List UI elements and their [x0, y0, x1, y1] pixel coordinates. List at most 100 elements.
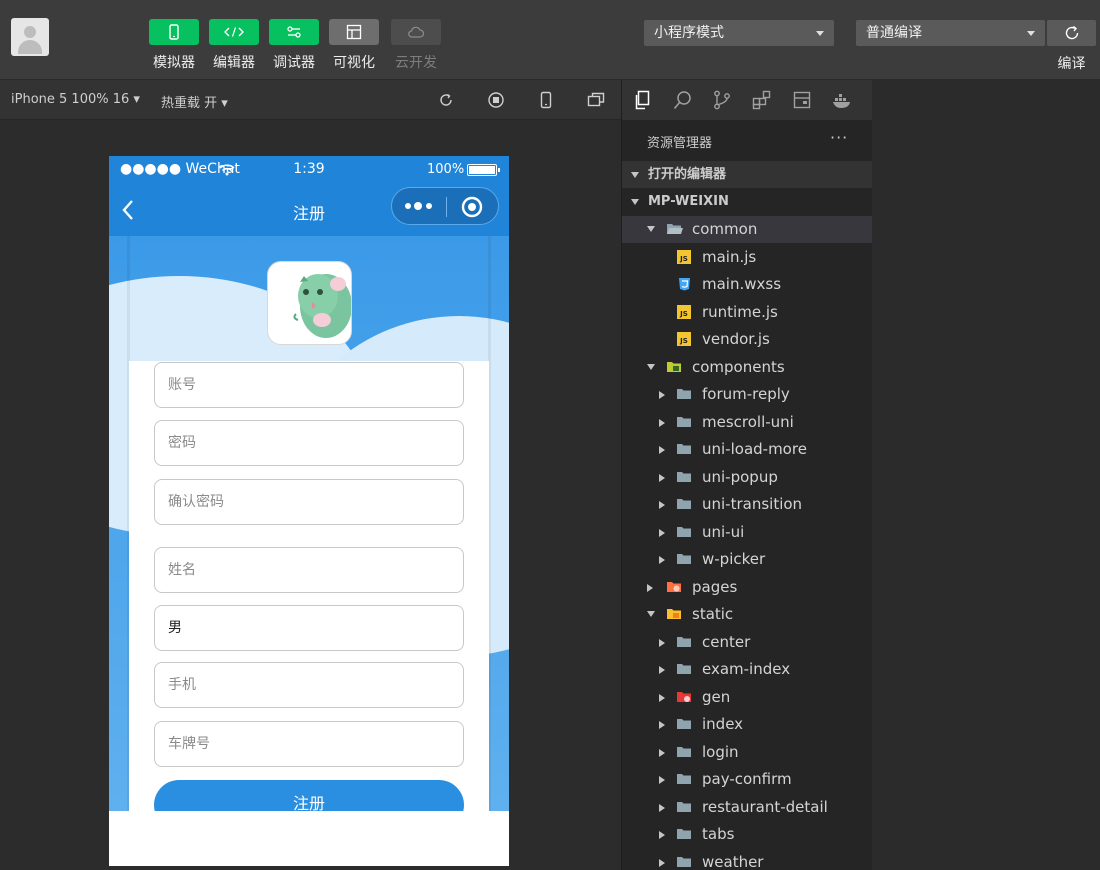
- tree-item-label: weather: [702, 852, 764, 870]
- folder-icon: [677, 471, 691, 482]
- tree-item-weather[interactable]: weather: [622, 849, 872, 870]
- more-dots-icon[interactable]: [404, 201, 434, 211]
- visualize-label: 可视化: [333, 55, 375, 71]
- hot-reload-select[interactable]: 热重载 开 ▾: [161, 92, 228, 111]
- tree-item-tabs[interactable]: tabs: [622, 821, 872, 848]
- tree-item-forum-reply[interactable]: forum-reply: [622, 381, 872, 408]
- explorer-title: 资源管理器: [647, 136, 713, 151]
- confirm-password-input[interactable]: 确认密码: [154, 479, 464, 525]
- phone-placeholder: 手机: [168, 677, 196, 693]
- user-avatar[interactable]: [11, 18, 49, 56]
- name-input[interactable]: 姓名: [154, 547, 464, 593]
- gender-select[interactable]: 男: [154, 605, 464, 651]
- cloud-dev-button[interactable]: 云开发: [391, 19, 441, 72]
- tree-item-uni-transition[interactable]: uni-transition: [622, 491, 872, 518]
- tree-item-main-js[interactable]: JS main.js: [622, 244, 872, 271]
- tree-item-vendor-js[interactable]: JS vendor.js: [622, 326, 872, 353]
- pages-folder-icon: [667, 581, 681, 592]
- tree-item-label: forum-reply: [702, 385, 790, 403]
- tree-item-components[interactable]: components: [622, 354, 872, 381]
- device-select[interactable]: iPhone 5 100% 16 ▾: [11, 92, 140, 107]
- chevron-down-icon: [816, 31, 824, 36]
- folder-icon: [677, 664, 691, 674]
- debugger-label: 调试器: [273, 55, 315, 71]
- javascript-file-icon: JS: [677, 332, 691, 346]
- dinosaur-logo-icon: [293, 274, 351, 338]
- extensions-icon[interactable]: [751, 89, 773, 111]
- chevron-right-icon: [659, 391, 665, 399]
- compile-select[interactable]: 普通编译: [856, 20, 1045, 46]
- capsule-menu: [391, 187, 499, 225]
- files-icon[interactable]: [632, 89, 654, 111]
- stop-icon[interactable]: [486, 90, 506, 110]
- tree-item-login[interactable]: login: [622, 739, 872, 766]
- tree-item-common[interactable]: common: [622, 216, 872, 243]
- detach-window-icon[interactable]: [586, 90, 606, 110]
- tree-item-mescroll-uni[interactable]: mescroll-uni: [622, 409, 872, 436]
- password-input[interactable]: 密码: [154, 420, 464, 466]
- chevron-down-icon: [631, 172, 639, 178]
- tree-item-restaurant-detail[interactable]: restaurant-detail: [622, 794, 872, 821]
- confirm-password-placeholder: 确认密码: [168, 494, 224, 510]
- folder-icon: [677, 554, 691, 564]
- source-control-icon[interactable]: [711, 89, 733, 111]
- phone-input[interactable]: 手机: [154, 662, 464, 708]
- compile-select-value: 普通编译: [866, 25, 922, 41]
- tree-item-center[interactable]: center: [622, 629, 872, 656]
- visualize-button[interactable]: 可视化: [329, 19, 379, 72]
- editor-button[interactable]: 编辑器: [209, 19, 259, 72]
- rotate-icon[interactable]: [436, 90, 456, 110]
- tree-item-label: main.wxss: [702, 275, 782, 293]
- close-miniprogram-icon[interactable]: [460, 195, 484, 219]
- plate-number-input[interactable]: 车牌号: [154, 721, 464, 767]
- gen-folder-icon: [677, 691, 691, 702]
- tree-item-w-picker[interactable]: w-picker: [622, 546, 872, 573]
- simulator-button[interactable]: 模拟器: [149, 19, 199, 72]
- chevron-right-icon: [659, 858, 665, 867]
- tree-item-runtime-js[interactable]: JS runtime.js: [622, 299, 872, 326]
- more-actions-button[interactable]: ···: [830, 128, 848, 147]
- tree-item-label: w-picker: [702, 550, 766, 568]
- open-editors-section[interactable]: 打开的编辑器: [622, 161, 872, 188]
- folder-icon: [677, 636, 691, 647]
- chevron-down-icon: [647, 363, 655, 370]
- tree-item-uni-popup[interactable]: uni-popup: [622, 464, 872, 491]
- storage-icon[interactable]: [791, 89, 813, 111]
- project-label: MP-WEIXIN: [648, 194, 729, 209]
- javascript-file-icon: JS: [677, 249, 691, 264]
- tree-item-pages[interactable]: pages: [622, 574, 872, 601]
- tree-item-index[interactable]: index: [622, 711, 872, 738]
- folder-icon: [677, 829, 691, 839]
- nav-bar: 注册: [109, 184, 509, 236]
- chevron-right-icon: [659, 473, 665, 482]
- simulator-label: 模拟器: [153, 55, 195, 71]
- explorer-panel: 资源管理器 ··· 打开的编辑器 MP-WEIXIN common JS main.…: [622, 120, 872, 870]
- search-icon[interactable]: [672, 89, 694, 111]
- chevron-right-icon: [659, 638, 665, 647]
- tree-item-static[interactable]: static: [622, 601, 872, 628]
- svg-text:JS: JS: [679, 337, 688, 345]
- tree-item-pay-confirm[interactable]: pay-confirm: [622, 766, 872, 793]
- tree-item-label: restaurant-detail: [702, 797, 828, 816]
- debugger-button[interactable]: 调试器: [269, 19, 319, 72]
- tree-item-gen[interactable]: gen: [622, 684, 872, 711]
- app-logo: [267, 261, 352, 345]
- chevron-right-icon: [659, 446, 665, 454]
- tree-item-uni-load-more[interactable]: uni-load-more: [622, 436, 872, 463]
- tree-item-label: tabs: [702, 825, 735, 843]
- tree-item-main-wxss[interactable]: main.wxss: [622, 271, 872, 298]
- mode-select[interactable]: 小程序模式: [644, 20, 834, 46]
- tree-item-exam-index[interactable]: exam-index: [622, 656, 872, 683]
- folder-icon: [677, 389, 691, 399]
- account-input[interactable]: 账号: [154, 362, 464, 408]
- tree-item-label: common: [692, 220, 758, 238]
- compile-button[interactable]: [1047, 20, 1096, 46]
- phone-preview-icon[interactable]: [536, 90, 556, 110]
- docker-icon[interactable]: [831, 89, 853, 111]
- tree-item-label: components: [692, 357, 785, 376]
- project-section[interactable]: MP-WEIXIN: [622, 188, 872, 215]
- folder-icon: [677, 774, 691, 784]
- tree-item-uni-ui[interactable]: uni-ui: [622, 519, 872, 546]
- mode-select-value: 小程序模式: [654, 25, 724, 41]
- folder-open-icon: [667, 224, 683, 234]
